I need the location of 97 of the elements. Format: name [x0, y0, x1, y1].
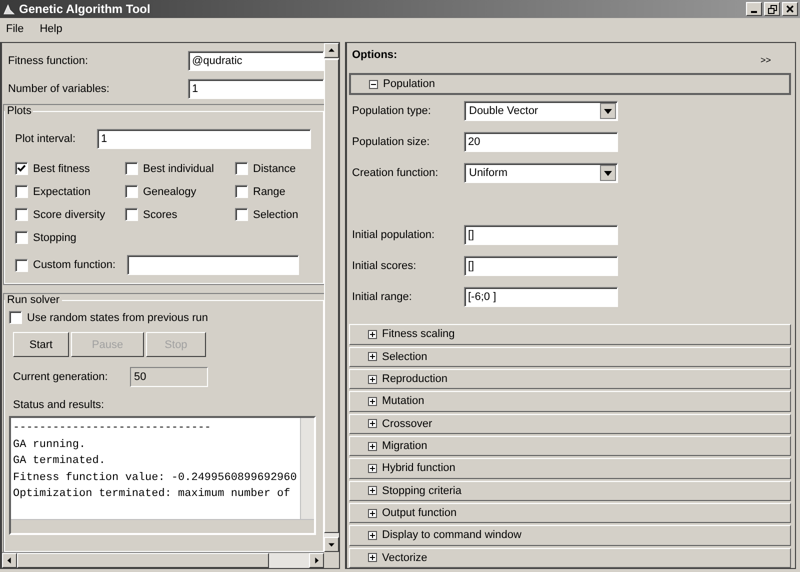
vertical-scrollbar[interactable]	[300, 418, 314, 520]
generation-field: 50	[130, 367, 208, 387]
checkbox-label: Scores	[143, 208, 178, 220]
horizontal-scrollbar[interactable]	[2, 552, 324, 568]
checkbox-label: Best fitness	[33, 162, 90, 174]
field-label: Population size:	[352, 136, 431, 148]
status-line: Fitness function value: -0.2499560899692960	[13, 470, 298, 486]
section-header[interactable]: Fitness scaling	[349, 324, 791, 345]
checkbox[interactable]	[235, 208, 248, 221]
section-header[interactable]: Mutation	[349, 391, 791, 412]
status-line: Optimization terminated: maximum number of	[13, 487, 292, 502]
text-field[interactable]: []	[464, 225, 618, 246]
checkbox[interactable]	[235, 162, 248, 175]
group-title: Run solver	[6, 294, 61, 306]
checkbox-label: Range	[253, 186, 286, 198]
plus-box-icon	[368, 530, 377, 540]
scroll-up-icon[interactable]	[324, 43, 339, 58]
menu-item[interactable]: Help	[40, 23, 62, 35]
field-label: Fitness function:	[8, 55, 90, 67]
checkbox[interactable]	[15, 231, 28, 244]
field-label: Status and results:	[13, 399, 106, 411]
restore-button[interactable]	[764, 2, 780, 16]
plus-box-icon	[368, 330, 377, 339]
checkbox-label: Use random states from previous run	[27, 312, 208, 324]
plus-box-icon	[368, 508, 377, 518]
checkbox[interactable]	[125, 162, 138, 175]
plus-box-icon	[368, 442, 377, 451]
scroll-left-icon[interactable]	[2, 553, 17, 568]
section-header[interactable]: Reproduction	[349, 368, 791, 390]
text-field[interactable]: 20	[464, 132, 618, 152]
field-label: Population type:	[352, 105, 432, 118]
checkbox[interactable]	[125, 208, 138, 221]
dropdown[interactable]: Double Vector	[464, 101, 618, 122]
field-label: Initial scores:	[352, 260, 418, 272]
plus-box-icon	[368, 419, 377, 428]
checkbox-label: Expectation	[33, 186, 90, 198]
status-line: ------------------------------	[13, 421, 212, 436]
field-label: Number of variables:	[8, 83, 110, 95]
scroll-right-icon[interactable]	[309, 553, 324, 568]
checkbox-label: Distance	[253, 162, 296, 174]
scrollbar-thumb[interactable]	[17, 553, 269, 568]
plus-box-icon	[368, 374, 377, 384]
checkbox-label: Score diversity	[33, 208, 106, 220]
horizontal-scrollbar[interactable]	[11, 519, 314, 533]
checkbox[interactable]	[15, 185, 28, 198]
text-field[interactable]: [-6;0 ]	[464, 287, 618, 308]
checkbox[interactable]	[125, 185, 138, 198]
plus-box-icon	[368, 352, 377, 362]
section-header[interactable]: Hybrid function	[349, 458, 791, 479]
app-icon	[2, 2, 16, 16]
text-field[interactable]: 1	[97, 129, 311, 149]
minimize-button[interactable]	[746, 2, 762, 16]
checkbox-label: Stopping	[33, 232, 76, 244]
text-field[interactable]	[126, 255, 299, 275]
checkbox-label: Selection	[253, 208, 298, 220]
field-label: Initial population:	[352, 229, 436, 242]
section-header[interactable]: Vectorize	[349, 548, 791, 568]
checkbox[interactable]	[9, 311, 22, 324]
text-field[interactable]: 1	[188, 79, 324, 99]
field-label: Initial range:	[352, 291, 413, 304]
plus-box-icon	[368, 553, 377, 562]
text-field[interactable]: []	[464, 256, 618, 276]
field-label: Current generation:	[13, 371, 109, 383]
plus-box-icon	[368, 464, 377, 473]
plus-box-icon	[368, 486, 377, 496]
status-line: GA running.	[13, 438, 87, 452]
checkbox-label: Best individual	[143, 162, 214, 174]
checkbox-label: Genealogy	[143, 186, 196, 198]
checkbox[interactable]	[15, 208, 28, 221]
group-title: Plots	[6, 105, 32, 117]
status-line: GA terminated.	[13, 454, 106, 469]
options-title: Options:	[352, 49, 398, 61]
plus-box-icon	[368, 396, 377, 406]
field-label: Plot interval:	[15, 133, 77, 145]
checkbox[interactable]	[15, 258, 28, 272]
section-header[interactable]: Stopping criteria	[349, 480, 791, 501]
checkbox[interactable]	[235, 185, 248, 198]
scroll-down-icon[interactable]	[324, 537, 339, 552]
section-header[interactable]: Output function	[349, 502, 791, 524]
field-label: Creation function:	[352, 167, 440, 180]
section-header[interactable]: Migration	[349, 436, 791, 456]
expand-link[interactable]: >>	[760, 55, 771, 65]
window-title: Genetic Algorithm Tool	[19, 2, 150, 16]
solver-button[interactable]: Start	[13, 332, 69, 357]
checkbox[interactable]	[15, 162, 28, 175]
minus-box-icon	[369, 80, 378, 89]
text-field[interactable]: @qudratic	[188, 51, 324, 71]
section-header[interactable]: Display to command window	[349, 525, 791, 546]
section-header[interactable]: Population	[349, 73, 791, 96]
dropdown[interactable]: Uniform	[464, 163, 618, 184]
section-header[interactable]: Crossover	[349, 414, 791, 434]
restore-icon	[768, 4, 776, 14]
menu-item[interactable]: File	[6, 23, 24, 35]
close-icon	[786, 5, 794, 13]
section-header[interactable]: Selection	[349, 346, 791, 367]
checkbox-label: Custom function:	[33, 259, 116, 271]
close-button[interactable]	[782, 2, 798, 16]
